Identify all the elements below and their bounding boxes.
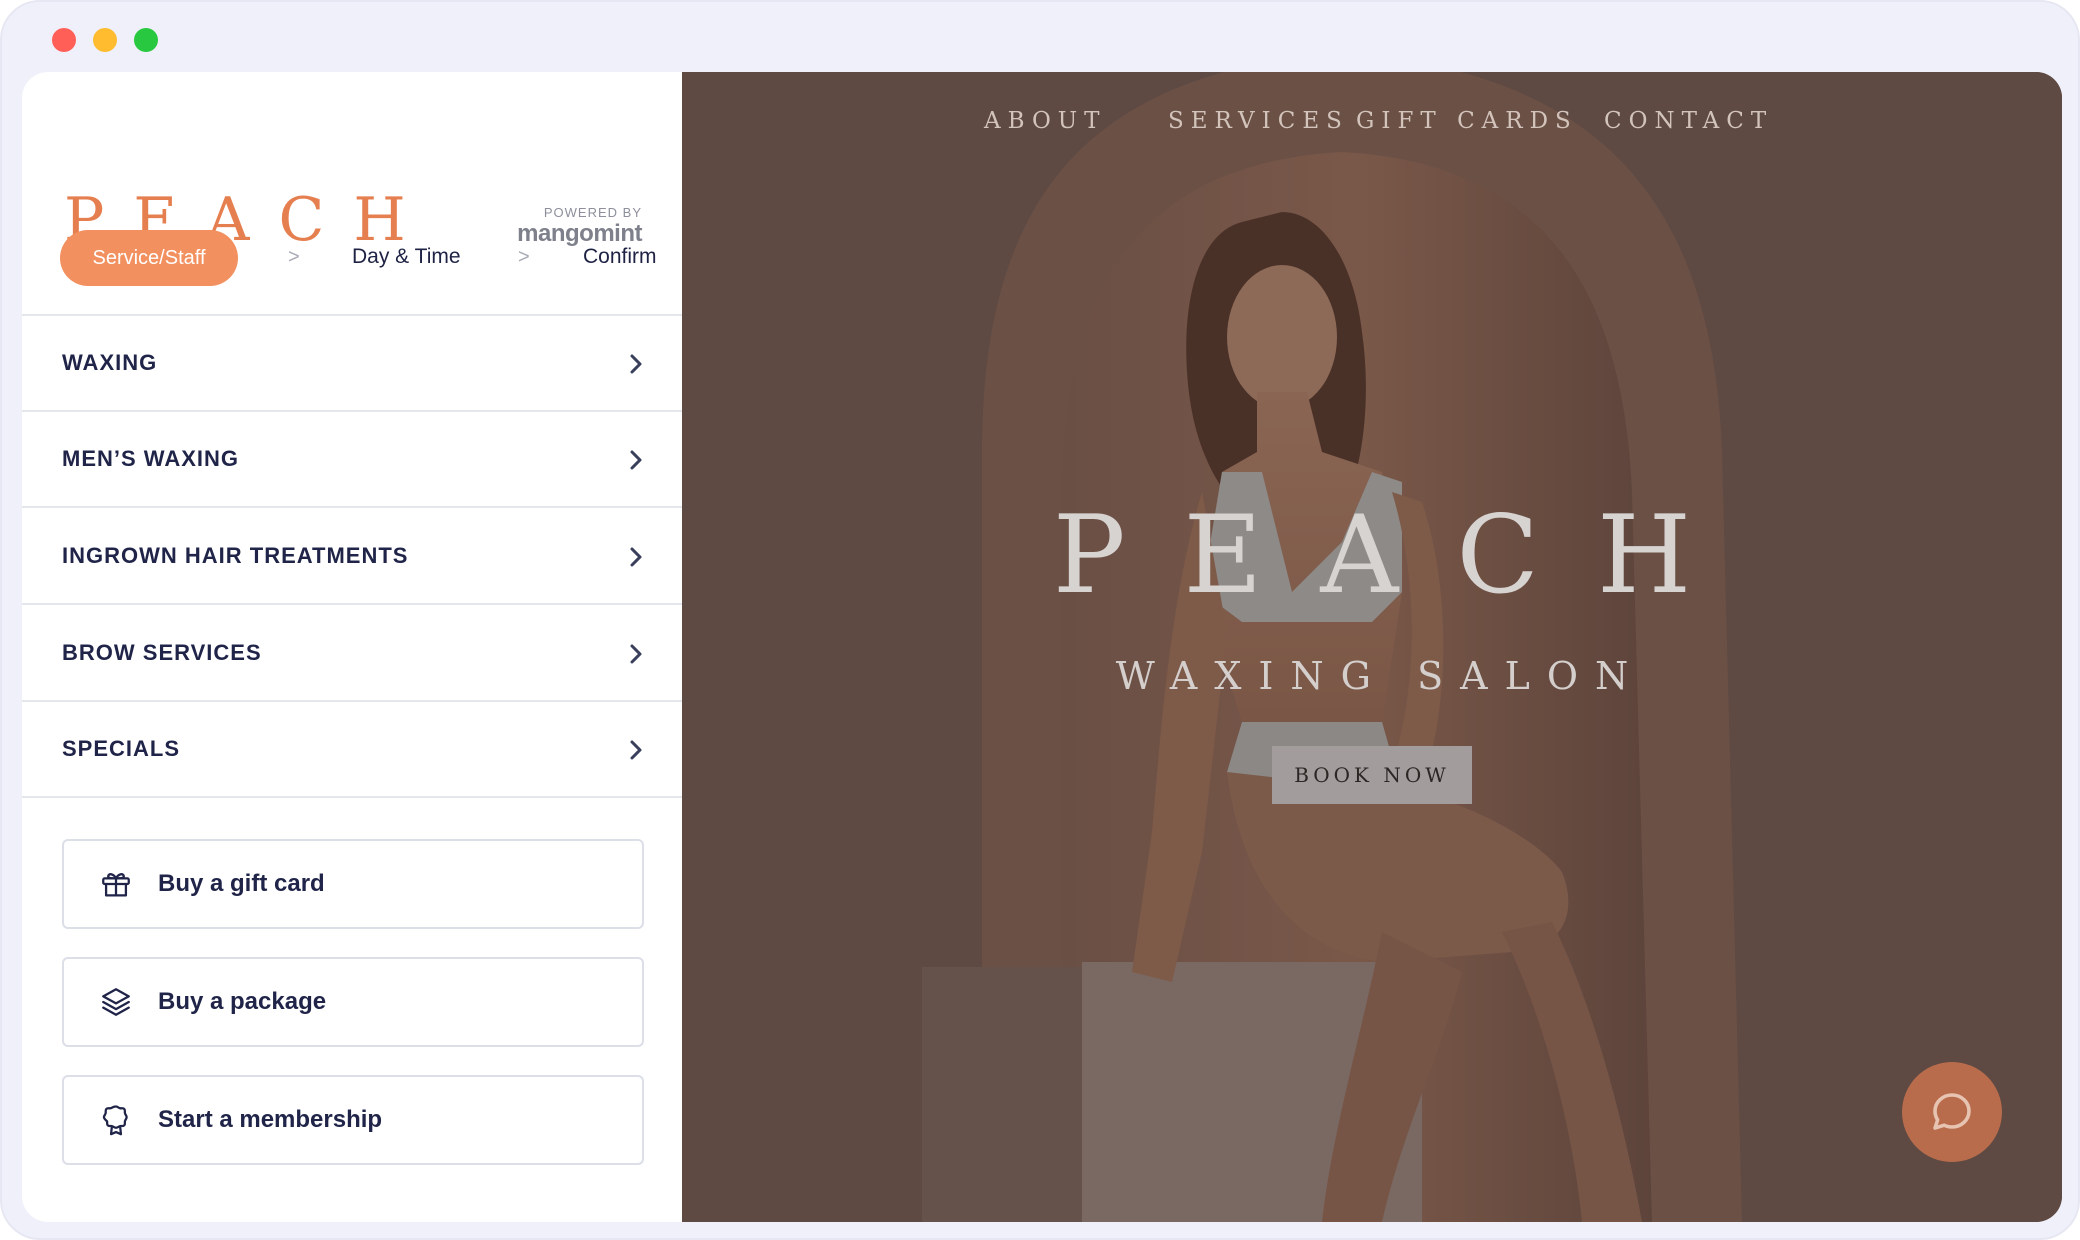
chat-bubble-icon	[1933, 1093, 1971, 1130]
nav-about[interactable]: ABOUT	[984, 108, 1107, 134]
booking-steps: Service/Staff > Day & Time > Confirm	[60, 230, 657, 288]
category-label: BROW SERVICES	[62, 640, 262, 665]
close-window-dot[interactable]	[52, 28, 76, 52]
category-mens-waxing[interactable]: MEN’S WAXING	[22, 412, 682, 508]
category-waxing[interactable]: WAXING	[22, 316, 682, 412]
start-membership-button[interactable]: Start a membership	[62, 1075, 644, 1165]
step-day-time[interactable]: Day & Time	[352, 245, 461, 269]
buy-package-button[interactable]: Buy a package	[62, 957, 644, 1047]
hero-subtitle: WAXING SALON	[1115, 654, 1646, 698]
nav-contact[interactable]: CONTACT	[1604, 108, 1773, 134]
category-label: WAXING	[62, 350, 158, 375]
browser-window: PEACH POWERED BY mangomint Service/Staff…	[0, 0, 2080, 1240]
minimize-window-dot[interactable]	[93, 28, 117, 52]
step-service-staff[interactable]: Service/Staff	[60, 230, 238, 286]
chat-button[interactable]	[1902, 1062, 2002, 1162]
action-label: Buy a package	[158, 988, 327, 1015]
award-icon	[98, 1102, 134, 1138]
category-label: SPECIALS	[62, 736, 181, 761]
action-label: Buy a gift card	[158, 870, 325, 897]
buy-gift-card-button[interactable]: Buy a gift card	[62, 839, 644, 929]
chevron-right-icon	[630, 450, 642, 470]
category-brow-services[interactable]: BROW SERVICES	[22, 606, 682, 702]
step-separator: >	[518, 246, 530, 268]
category-label: MEN’S WAXING	[62, 446, 240, 471]
layers-icon	[98, 984, 134, 1020]
chevron-right-icon	[630, 354, 642, 374]
gift-icon	[98, 866, 134, 902]
category-specials[interactable]: SPECIALS	[22, 702, 682, 798]
step-confirm[interactable]: Confirm	[583, 245, 657, 269]
powered-by-label: POWERED BY	[543, 205, 642, 220]
booking-panel: PEACH POWERED BY mangomint Service/Staff…	[22, 72, 682, 1222]
maximize-window-dot[interactable]	[134, 28, 158, 52]
book-now-button[interactable]: BOOK NOW	[1272, 746, 1472, 804]
hero-title: PEACH	[1052, 493, 1750, 618]
hero-section: ABOUT SERVICES GIFT CARDS CONTACT PEACH …	[682, 72, 2062, 1222]
chevron-right-icon	[630, 740, 642, 760]
chevron-right-icon	[630, 644, 642, 664]
step-separator: >	[288, 246, 300, 268]
chevron-right-icon	[630, 547, 642, 567]
category-ingrown-hair[interactable]: INGROWN HAIR TREATMENTS	[22, 509, 682, 605]
nav-services[interactable]: SERVICES	[1168, 108, 1349, 134]
window-controls	[52, 28, 158, 52]
action-label: Start a membership	[158, 1106, 383, 1133]
nav-gift-cards[interactable]: GIFT CARDS	[1356, 108, 1578, 134]
hero-background-photo	[682, 72, 2062, 1222]
category-label: INGROWN HAIR TREATMENTS	[62, 543, 409, 568]
